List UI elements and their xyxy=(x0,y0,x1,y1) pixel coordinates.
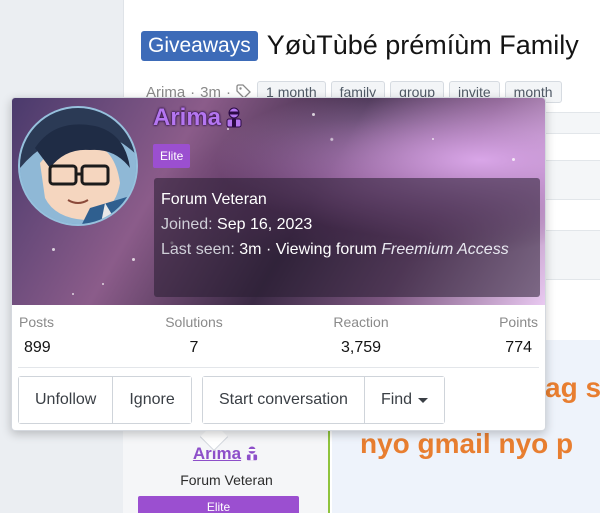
poster-user-title: Forum Veteran xyxy=(180,472,273,488)
last-seen-row: Last seen: 3m · Viewing forum Freemium A… xyxy=(161,237,533,262)
follow-button-group: Unfollow Ignore xyxy=(18,376,192,424)
find-label: Find xyxy=(380,391,413,408)
thread-title-text: YøùTùbé prémíùm Family xyxy=(266,30,579,60)
stats-divider xyxy=(18,367,539,368)
ninja-icon xyxy=(244,445,260,461)
start-conversation-button[interactable]: Start conversation xyxy=(203,377,364,423)
banner-sparkle xyxy=(132,258,135,261)
stat-posts[interactable]: Posts 899 xyxy=(19,314,54,357)
find-menu-button[interactable]: Find xyxy=(363,377,445,423)
post-text-line: ag s xyxy=(545,372,600,403)
banner-sparkle xyxy=(512,158,515,161)
joined-value: Sep 16, 2023 xyxy=(217,216,313,233)
joined-row: Joined: Sep 16, 2023 xyxy=(161,212,533,237)
poster-username[interactable]: Arima xyxy=(123,444,330,464)
unfollow-button[interactable]: Unfollow xyxy=(19,377,113,423)
stat-solutions[interactable]: Solutions 7 xyxy=(161,314,227,357)
user-info-box: Forum Veteran Joined: Sep 16, 2023 Last … xyxy=(154,178,540,297)
banner-sparkle xyxy=(52,248,55,251)
banner-sparkle xyxy=(72,293,74,295)
user-rank-badge: Elite xyxy=(153,144,191,168)
page-bar xyxy=(546,112,600,134)
banner-sparkle xyxy=(102,283,104,285)
last-seen-label: Last seen: xyxy=(161,241,235,258)
stat-value: 774 xyxy=(505,339,532,356)
stat-label: Posts xyxy=(19,314,55,330)
ninja-icon xyxy=(223,106,245,128)
page-bar xyxy=(546,230,600,280)
page-bar xyxy=(546,160,600,200)
caret-down-icon xyxy=(418,397,429,403)
last-seen-forum-link[interactable]: Freemium Access xyxy=(381,241,508,258)
ignore-button[interactable]: Ignore xyxy=(112,377,191,423)
stat-value: 7 xyxy=(189,339,199,356)
banner-sparkle xyxy=(312,113,315,116)
action-button-group: Start conversation Find xyxy=(202,376,446,424)
stat-value: 899 xyxy=(24,339,51,356)
user-stats: Posts 899 Solutions 7 Reaction 3,759 Poi… xyxy=(12,314,545,364)
banner-sparkle xyxy=(432,138,434,140)
user-title: Forum Veteran xyxy=(161,191,267,208)
last-seen-value: 3m · Viewing forum xyxy=(239,241,377,258)
post-text-line: nyo gmail nyo p xyxy=(360,428,574,459)
profile-banner: Arima Elite Forum Veteran Joined: Sep 16… xyxy=(12,98,545,305)
stat-points[interactable]: Points 774 xyxy=(486,314,538,357)
stat-value: 3,759 xyxy=(340,339,382,356)
member-tooltip: Arima Elite Forum Veteran Joined: Sep 16… xyxy=(11,97,546,431)
stat-label: Points xyxy=(499,314,538,330)
poster-badge: Elite xyxy=(138,496,299,513)
thread-title: Giveaways YøùTùbé prémíùm Family xyxy=(141,30,579,61)
stat-label: Reaction xyxy=(333,314,389,330)
user-avatar[interactable] xyxy=(18,106,138,226)
card-username[interactable]: Arima xyxy=(153,104,245,132)
stat-label: Solutions xyxy=(165,314,223,330)
thread-prefix-giveaways[interactable]: Giveaways xyxy=(141,30,258,61)
card-username-text[interactable]: Arima xyxy=(153,104,221,131)
joined-label: Joined: xyxy=(161,216,213,233)
stat-reaction[interactable]: Reaction 3,759 xyxy=(328,314,394,357)
